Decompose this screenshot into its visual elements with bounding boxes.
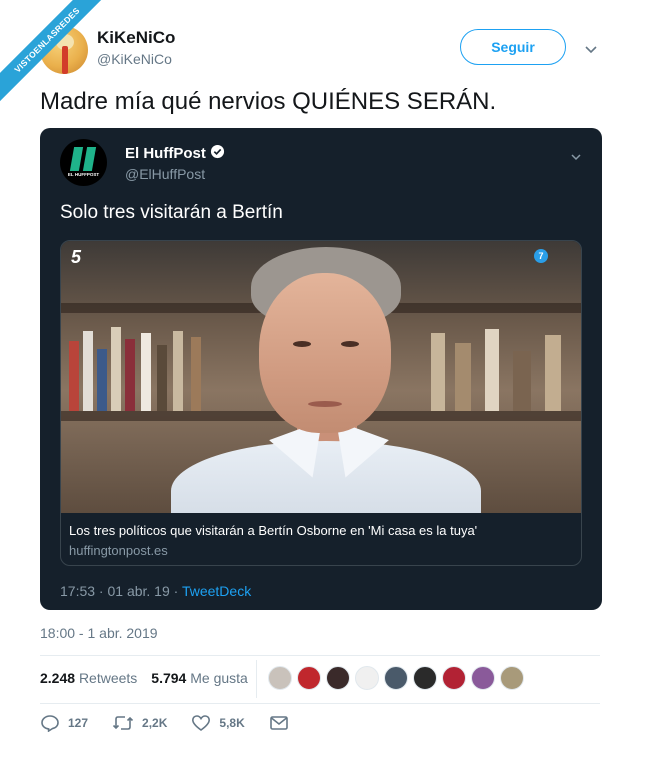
verified-icon <box>210 144 225 163</box>
divider <box>40 703 600 704</box>
message-button[interactable] <box>269 715 289 731</box>
quoted-tweet-screenshot: EL HUFFPOST El HuffPost @ElHuffPost Solo… <box>40 128 602 610</box>
quoted-author-handle: @ElHuffPost <box>125 166 206 182</box>
reply-count: 127 <box>68 716 89 730</box>
card-title: Los tres políticos que visitarán a Bertí… <box>69 523 478 538</box>
book <box>157 345 167 411</box>
person-eye <box>341 341 359 347</box>
likes-label: Me gusta <box>190 670 248 686</box>
tweet-actions: 127 2,2K 5,8K <box>40 714 313 732</box>
link-card: 5 7 Los tres políticos que visitarán a B… <box>60 240 582 566</box>
liker-avatar[interactable] <box>355 666 379 690</box>
reply-icon <box>40 714 60 732</box>
watermark-text: VISTOENLASREDES <box>0 0 110 108</box>
quoted-source: TweetDeck <box>181 583 252 599</box>
liker-avatar[interactable] <box>384 666 408 690</box>
retweet-button[interactable]: 2,2K <box>112 714 167 732</box>
likes-count: 5.794 <box>151 670 187 686</box>
likers-avatars <box>268 666 524 690</box>
retweets-label: Retweets <box>78 670 138 686</box>
quoted-time-text: 17:53 · 01 abr. 19 · <box>60 583 182 599</box>
chevron-down-icon[interactable] <box>584 42 598 60</box>
huffpost-logo: EL HUFFPOST <box>60 139 107 186</box>
book <box>513 351 531 411</box>
book <box>545 335 561 411</box>
quoted-chevron-icon <box>570 148 582 166</box>
liker-avatar[interactable] <box>471 666 495 690</box>
reply-button[interactable]: 127 <box>40 714 88 732</box>
envelope-icon <box>269 715 289 731</box>
book <box>455 343 471 411</box>
retweets-stat[interactable]: 2.248 Retweets <box>40 670 137 686</box>
card-photo: 5 7 <box>61 241 581 513</box>
book <box>111 327 121 411</box>
book <box>485 329 499 411</box>
tweet-timestamp[interactable]: 18:00 - 1 abr. 2019 <box>40 625 158 641</box>
book <box>431 333 445 411</box>
like-button[interactable]: 5,8K <box>191 714 245 732</box>
liker-avatar[interactable] <box>500 666 524 690</box>
liker-avatar[interactable] <box>442 666 466 690</box>
retweet-count: 2,2K <box>142 716 168 730</box>
follow-button[interactable]: Seguir <box>460 29 566 65</box>
retweet-icon <box>112 714 134 732</box>
book <box>83 331 93 411</box>
liker-avatar[interactable] <box>297 666 321 690</box>
tweet-stats: 2.248 Retweets 5.794 Me gusta <box>40 670 248 686</box>
quoted-timestamp: 17:53 · 01 abr. 19 · TweetDeck <box>60 583 251 599</box>
person-mouth <box>308 401 342 407</box>
retweets-count: 2.248 <box>40 670 76 686</box>
likes-stat[interactable]: 5.794 Me gusta <box>151 670 248 686</box>
quoted-author-name: El HuffPost <box>125 144 225 163</box>
heart-icon <box>191 714 211 732</box>
liker-avatar[interactable] <box>326 666 350 690</box>
person-eye <box>293 341 311 347</box>
book <box>69 341 79 411</box>
books-left <box>61 313 251 411</box>
quoted-name-text: El HuffPost <box>125 145 206 162</box>
book <box>141 333 151 411</box>
watermark: VISTOENLASREDES <box>0 0 110 110</box>
card-domain: huffingtonpost.es <box>69 543 168 558</box>
book <box>173 331 183 411</box>
quoted-tweet-text: Solo tres visitarán a Bertín <box>60 202 283 223</box>
book <box>125 339 135 411</box>
liker-avatar[interactable] <box>413 666 437 690</box>
liker-avatar[interactable] <box>268 666 292 690</box>
channel-icon: 7 <box>534 249 548 263</box>
stats-separator <box>256 660 257 698</box>
book <box>97 349 107 411</box>
books-right <box>421 313 581 411</box>
divider <box>40 655 600 656</box>
logo-text: EL HUFFPOST <box>67 172 100 177</box>
person-face <box>259 273 391 433</box>
channel-logo: 5 <box>71 247 82 267</box>
like-count: 5,8K <box>219 716 245 730</box>
book <box>191 337 201 411</box>
